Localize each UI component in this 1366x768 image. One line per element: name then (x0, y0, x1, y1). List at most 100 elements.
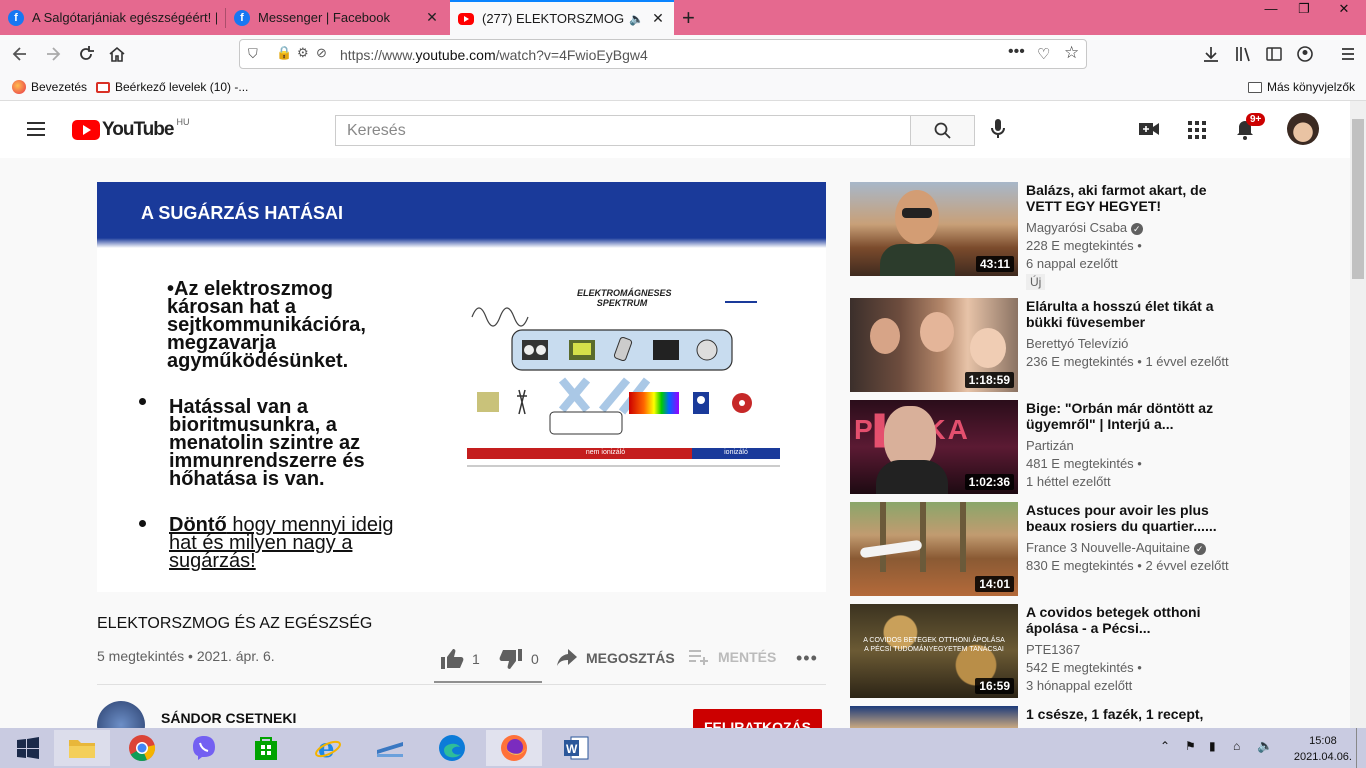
more-actions-icon[interactable]: ••• (796, 648, 818, 669)
volume-icon[interactable]: 🔈 (1257, 738, 1273, 754)
video-thumbnail[interactable] (850, 706, 1018, 728)
channel-name[interactable]: PTE1367 (1026, 642, 1080, 657)
autoplay-blocked-icon[interactable]: ⊘ (316, 45, 327, 61)
recommendation-item[interactable]: 1 csésze, 1 fazék, 1 recept, (850, 706, 1230, 728)
thumbs-up-icon (441, 649, 464, 669)
create-video-button[interactable] (1139, 121, 1159, 142)
recommendation-item[interactable]: P▌TIKA 1:02:36 Bige: "Orbán már döntött … (850, 400, 1230, 494)
video-thumbnail[interactable]: 43:11 (850, 182, 1018, 276)
save-label: MENTÉS (718, 649, 777, 665)
channel-name[interactable]: SÁNDOR CSETNEKI (161, 710, 296, 726)
other-bookmarks[interactable]: Más könyvjelzők (1248, 80, 1355, 94)
page-actions-icon[interactable]: ••• (1008, 43, 1025, 61)
scanner-app-button[interactable] (362, 730, 418, 766)
reload-button[interactable] (72, 40, 100, 68)
edge-button[interactable] (424, 730, 480, 766)
bookmark-star-icon[interactable]: ☆ (1064, 43, 1079, 63)
firefox-button[interactable] (486, 730, 542, 766)
back-button[interactable] (6, 40, 34, 68)
close-window-button[interactable]: ✕ (1322, 0, 1366, 20)
channel-name[interactable]: Berettyó Televízió (1026, 336, 1128, 351)
video-duration: 16:59 (975, 678, 1014, 694)
forward-button[interactable] (39, 40, 67, 68)
search-button[interactable] (910, 115, 975, 146)
account-button[interactable] (1291, 40, 1319, 68)
shield-icon[interactable]: ⛉ (248, 46, 258, 62)
store-button[interactable] (238, 730, 294, 766)
speaker-icon[interactable]: 🔈 (629, 12, 644, 26)
system-clock[interactable]: 15:08 2021.04.06. (1294, 733, 1352, 765)
guide-menu-button[interactable] (26, 119, 46, 144)
country-code: HU (176, 117, 190, 127)
slide-bullet-2: Hatással van a bioritmusunkra, a menatol… (169, 396, 365, 490)
pocket-icon[interactable]: ♡ (1037, 45, 1050, 63)
channel-line[interactable]: Magyarósi Csaba ✓ (1026, 220, 1143, 235)
file-explorer-button[interactable] (54, 730, 110, 766)
recommendation-item[interactable]: 1:18:59 Elárulta a hosszú élet tikát a b… (850, 298, 1230, 392)
download-icon (1204, 47, 1218, 62)
search-input[interactable]: Keresés (335, 115, 911, 146)
chrome-icon (129, 735, 156, 762)
dislike-button[interactable]: 0 (499, 648, 539, 670)
channel-line[interactable]: France 3 Nouvelle-Aquitaine ✓ (1026, 540, 1206, 555)
home-button[interactable] (103, 40, 131, 68)
lock-icon[interactable]: 🔒 (276, 45, 292, 61)
downloads-button[interactable] (1197, 40, 1225, 68)
flag-icon[interactable]: ⚑ (1185, 739, 1196, 753)
view-count: 830 E megtekintés • 2 évvel ezelőtt (1026, 558, 1229, 573)
start-button[interactable] (0, 730, 56, 766)
network-icon[interactable]: ⌂ (1233, 739, 1240, 753)
word-button[interactable]: W (548, 730, 604, 766)
video-thumbnail[interactable]: P▌TIKA 1:02:36 (850, 400, 1018, 494)
video-thumbnail[interactable]: A COVIDOS BETEGEK OTTHONI ÁPOLÁSA A PÉCSI… (850, 604, 1018, 698)
video-title[interactable]: Elárulta a hosszú élet tikát a bükki füv… (1026, 298, 1226, 330)
save-button[interactable]: MENTÉS (688, 648, 776, 666)
recommendation-item[interactable]: A COVIDOS BETEGEK OTTHONI ÁPOLÁSA A PÉCSI… (850, 604, 1230, 698)
apps-button[interactable] (1188, 121, 1206, 144)
channel-name[interactable]: Partizán (1026, 438, 1074, 453)
scrollbar[interactable] (1350, 101, 1366, 728)
new-tab-button[interactable]: + (682, 5, 695, 31)
video-thumbnail[interactable]: 1:18:59 (850, 298, 1018, 392)
address-bar[interactable]: ⛉ 🔒 ⚙ ⊘ https://www.youtube.com/watch?v=… (239, 39, 1087, 69)
permissions-icon[interactable]: ⚙ (297, 45, 309, 61)
sidebar-button[interactable] (1260, 40, 1288, 68)
close-tab-icon[interactable]: ✕ (424, 9, 440, 26)
internet-explorer-button[interactable]: e (300, 730, 356, 766)
voice-search-button[interactable] (989, 118, 1007, 145)
bookmark-gmail[interactable]: Beérkező levelek (10) -... (96, 80, 248, 94)
chrome-button[interactable] (114, 730, 170, 766)
bookmark-bevezetes[interactable]: Bevezetés (12, 80, 87, 94)
video-player[interactable]: A SUGÁRZÁS HATÁSAI •Az elektroszmog káro… (97, 182, 826, 592)
video-thumbnail[interactable]: 14:01 (850, 502, 1018, 596)
restore-button[interactable]: ❐ (1289, 0, 1319, 20)
viber-icon (193, 736, 215, 760)
minimize-button[interactable]: — (1256, 0, 1286, 20)
video-title[interactable]: Balázs, aki farmot akart, de VETT EGY HE… (1026, 182, 1226, 214)
battery-icon[interactable]: ▮ (1209, 739, 1216, 753)
spectrum-diagram (467, 301, 780, 467)
tab-youtube-active[interactable]: (277) ELEKTORSZMOG ÉS A 🔈 ✕ (450, 0, 674, 35)
tab-messenger[interactable]: f Messenger | Facebook ✕ (226, 0, 448, 35)
scrollbar-thumb[interactable] (1352, 119, 1364, 279)
viber-button[interactable] (176, 730, 232, 766)
like-button[interactable]: 1 (440, 648, 480, 670)
video-title[interactable]: 1 csésze, 1 fazék, 1 recept, (1026, 706, 1226, 722)
video-title[interactable]: A covidos betegek otthoni ápolása - a Pé… (1026, 604, 1226, 636)
search-icon (934, 122, 951, 139)
library-button[interactable] (1229, 40, 1257, 68)
tab-label: A Salgótarjániak egészségéért! | (32, 10, 217, 25)
close-tab-icon[interactable]: ✕ (650, 10, 666, 27)
tab-salgotarjan[interactable]: f A Salgótarjániak egészségéért! | (0, 0, 225, 35)
share-button[interactable]: MEGOSZTÁS (556, 648, 675, 668)
video-title[interactable]: Bige: "Orbán már döntött az ügyemről" | … (1026, 400, 1226, 432)
notifications-button[interactable]: 9+ (1236, 113, 1266, 145)
video-title[interactable]: Astuces pour avoir les plus beaux rosier… (1026, 502, 1226, 534)
show-hidden-icons[interactable]: ⌃ (1160, 739, 1170, 753)
recommendation-item[interactable]: 14:01 Astuces pour avoir les plus beaux … (850, 502, 1230, 596)
recommendation-item[interactable]: 43:11 Balázs, aki farmot akart, de VETT … (850, 182, 1230, 290)
avatar[interactable] (1287, 113, 1319, 145)
show-desktop-button[interactable] (1356, 728, 1357, 768)
menu-button[interactable] (1334, 40, 1362, 68)
youtube-logo[interactable]: YouTube HU (72, 117, 190, 141)
